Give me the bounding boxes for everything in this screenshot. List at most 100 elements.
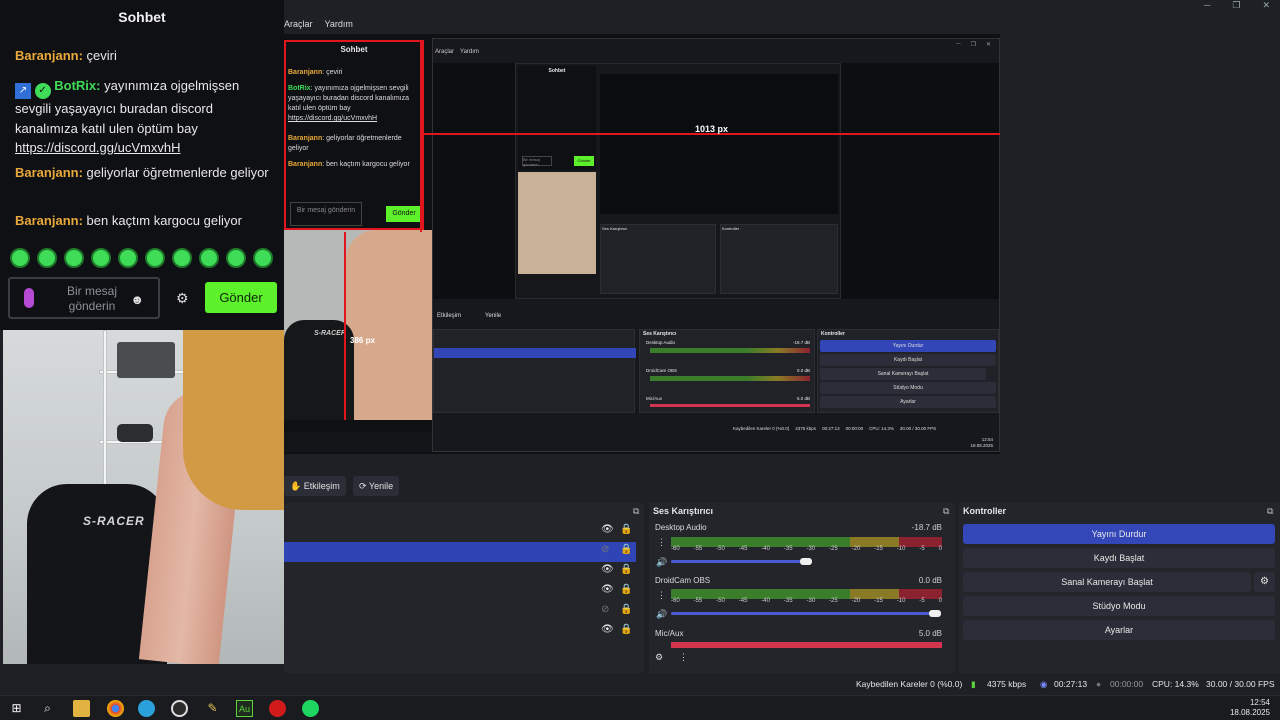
spotify-icon[interactable] bbox=[302, 700, 319, 717]
nested-chat: Sohbet Bir mesaj gönderin Gönder bbox=[518, 66, 596, 170]
source-row[interactable] bbox=[284, 622, 636, 642]
virtualcam-settings-gear-icon[interactable]: ⚙ bbox=[1254, 572, 1275, 592]
emote-icon[interactable] bbox=[226, 248, 246, 268]
source-row[interactable] bbox=[284, 562, 636, 582]
speaker-icon[interactable]: 🔊 bbox=[656, 609, 667, 620]
emote-icon[interactable] bbox=[253, 248, 273, 268]
obs-icon[interactable] bbox=[171, 700, 188, 717]
lock-icon[interactable]: 🔒 bbox=[620, 564, 632, 575]
emote-icon[interactable] bbox=[64, 248, 84, 268]
hand-icon: ✋ bbox=[290, 481, 302, 491]
eye-icon[interactable]: 👁 bbox=[601, 584, 614, 595]
nested-controls: Kontroller bbox=[720, 224, 838, 294]
menu-tools[interactable]: Araçlar bbox=[284, 19, 313, 29]
chrome-icon[interactable] bbox=[107, 700, 124, 717]
mixer-undock-icon[interactable]: ⧉ bbox=[943, 506, 949, 517]
speaker-icon[interactable]: 🔊 bbox=[656, 557, 667, 568]
eye-icon[interactable]: 👁 bbox=[601, 524, 614, 535]
badge-icon: ↗ bbox=[15, 83, 31, 99]
system-clock[interactable]: 12:54 18.08.2025 bbox=[1230, 698, 1270, 718]
lock-icon[interactable]: 🔒 bbox=[620, 544, 632, 555]
emoji-icon[interactable]: ☻ bbox=[130, 292, 144, 307]
start-record-button[interactable]: Kaydı Başlat bbox=[963, 548, 1275, 568]
volume-slider-fill[interactable] bbox=[671, 612, 937, 615]
chat-input-placeholder: Bir mesaj gönderin bbox=[66, 284, 117, 313]
settings-button[interactable]: Ayarlar bbox=[963, 620, 1275, 640]
chat-username[interactable]: Baranjann bbox=[15, 48, 79, 63]
windows-start-icon[interactable]: ⊞ bbox=[8, 700, 25, 717]
mixer-ticks: -60 -55 -50 -45 -40 -35 -30 -25 -20 -15 -10 -5 0 bbox=[671, 546, 942, 552]
close-icon[interactable]: ✕ bbox=[1262, 0, 1270, 14]
telegram-icon[interactable] bbox=[138, 700, 155, 717]
kebab-icon[interactable]: ⋮ bbox=[679, 652, 688, 663]
minimize-icon[interactable]: ─ bbox=[1204, 0, 1210, 14]
refresh-button[interactable]: ⟳ Yenile bbox=[353, 476, 400, 496]
mixer-tick-label: 0 bbox=[938, 598, 942, 604]
volume-slider-fill[interactable] bbox=[671, 560, 805, 563]
screen: Araçlar Yardım ─ ❐ ✕ ─ ❐ ✕ Araçlar Yardı… bbox=[0, 0, 1280, 720]
send-button[interactable]: Gönder bbox=[205, 282, 277, 313]
chat-title: Sohbet bbox=[118, 9, 166, 25]
eye-hidden-icon[interactable]: ⊘ bbox=[601, 544, 609, 555]
lock-icon[interactable]: 🔒 bbox=[620, 584, 632, 595]
kebab-icon[interactable]: ⋮ bbox=[657, 590, 666, 601]
measure-line-right bbox=[420, 40, 422, 232]
audition-icon[interactable]: Au bbox=[236, 700, 253, 717]
stop-stream-button[interactable]: Yayını Durdur bbox=[963, 524, 1275, 544]
microphone-icon[interactable] bbox=[24, 288, 34, 308]
sources-undock-icon[interactable]: ⧉ bbox=[633, 506, 639, 517]
chat-input[interactable]: Bir mesaj gönderin ☻ bbox=[8, 277, 160, 319]
lock-icon[interactable]: 🔒 bbox=[620, 524, 632, 535]
mixer-tick-label: -15 bbox=[874, 598, 883, 604]
source-row[interactable] bbox=[284, 602, 636, 622]
nested-controls-panel: Kontroller Yayını Durdur Kaydı Başlat Sa… bbox=[817, 329, 999, 413]
refresh-icon: ⟳ bbox=[359, 481, 367, 491]
measure-label-h: 1013 px bbox=[695, 124, 729, 134]
measure-line-vertical bbox=[344, 232, 346, 420]
start-virtualcam-button[interactable]: Sanal Kamerayı Başlat bbox=[963, 572, 1251, 592]
lock-icon[interactable]: 🔒 bbox=[620, 604, 632, 615]
eye-icon[interactable]: 👁 bbox=[601, 624, 614, 635]
volume-slider-knob[interactable] bbox=[800, 558, 812, 565]
emote-icon[interactable] bbox=[37, 248, 57, 268]
search-icon[interactable]: ⌕ bbox=[39, 700, 56, 717]
opera-icon[interactable] bbox=[269, 700, 286, 717]
tool-icon[interactable]: ✎ bbox=[204, 700, 221, 717]
controls-title: Kontroller bbox=[963, 506, 1007, 516]
interact-button[interactable]: ✋ Etkileşim bbox=[284, 476, 346, 496]
volume-slider-knob[interactable] bbox=[929, 610, 941, 617]
emote-icon[interactable] bbox=[145, 248, 165, 268]
chat-username[interactable]: Baranjann bbox=[15, 213, 79, 228]
gear-icon[interactable]: ⚙ bbox=[655, 652, 663, 663]
controls-undock-icon[interactable]: ⧉ bbox=[1267, 506, 1273, 517]
chat-username[interactable]: BotRix bbox=[54, 78, 96, 93]
mixer-tick-label: -45 bbox=[738, 546, 748, 552]
source-row-selected[interactable] bbox=[284, 542, 636, 562]
emote-icon[interactable] bbox=[91, 248, 111, 268]
file-explorer-icon[interactable] bbox=[73, 700, 90, 717]
chat-link[interactable]: https://discord.gg/ucVmxvhH bbox=[15, 138, 275, 158]
mixer-channel-name: Desktop Audio bbox=[655, 523, 707, 532]
eye-icon[interactable]: 👁 bbox=[601, 564, 614, 575]
emote-icon[interactable] bbox=[118, 248, 138, 268]
mixer-channel-name: DroidCam OBS bbox=[655, 576, 711, 585]
kebab-icon[interactable]: ⋮ bbox=[657, 537, 666, 548]
chat-username[interactable]: Baranjann bbox=[15, 165, 79, 180]
emote-icon[interactable] bbox=[199, 248, 219, 268]
eye-hidden-icon[interactable]: ⊘ bbox=[601, 604, 609, 615]
restore-icon[interactable]: ❐ bbox=[1232, 0, 1240, 14]
emote-icon[interactable] bbox=[10, 248, 30, 268]
lock-icon[interactable]: 🔒 bbox=[620, 624, 632, 635]
emote-bar bbox=[10, 248, 273, 268]
source-row[interactable] bbox=[284, 582, 636, 602]
emote-icon[interactable] bbox=[172, 248, 192, 268]
studio-mode-button[interactable]: Stüdyo Modu bbox=[963, 596, 1275, 616]
mixer-tick-label: -25 bbox=[829, 546, 838, 552]
source-row[interactable] bbox=[284, 522, 636, 542]
mixer-meter bbox=[671, 642, 942, 648]
dropped-frames: Kaybedilen Kareler 0 (%0.0) bbox=[856, 679, 963, 689]
measure-label-v: 386 px bbox=[350, 336, 375, 345]
mixer-tick-label: -40 bbox=[761, 546, 770, 552]
gear-icon[interactable]: ⚙ bbox=[176, 290, 189, 307]
menu-help[interactable]: Yardım bbox=[325, 19, 353, 29]
